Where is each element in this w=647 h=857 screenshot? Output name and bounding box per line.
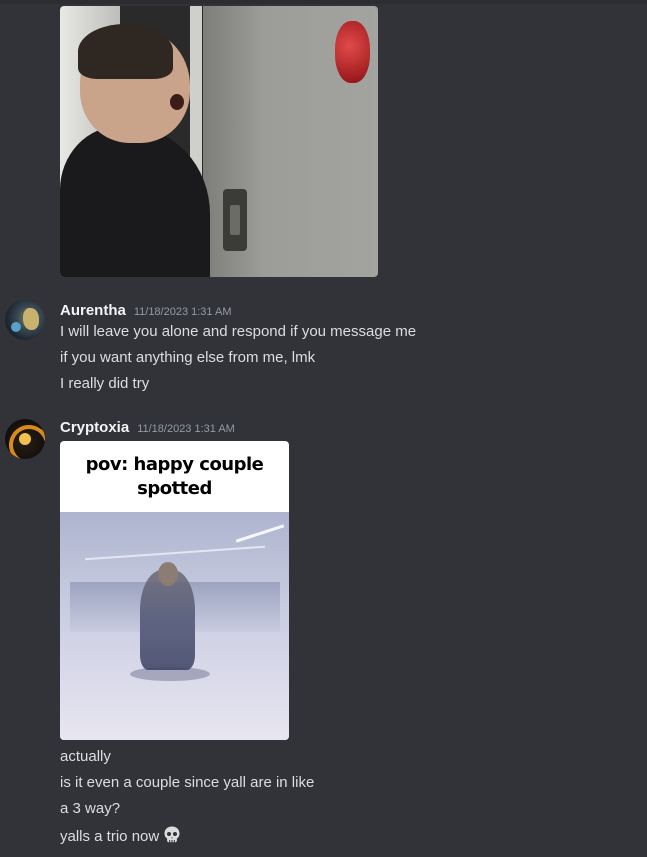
message-text: a 3 way?: [60, 800, 121, 817]
meme-scene: [60, 512, 289, 740]
timestamp[interactable]: 11/18/2023 1:31 AM: [134, 306, 232, 318]
message-line: yalls a trio now: [60, 825, 182, 847]
avatar[interactable]: [5, 419, 45, 459]
message-text: if you want anything else from me, lmk: [60, 349, 316, 366]
skull-emoji-icon[interactable]: [162, 825, 182, 845]
meme-image-attachment[interactable]: pov: happy couple spotted: [60, 441, 289, 740]
message-text: I will leave you alone and respond if yo…: [60, 323, 417, 340]
message-text: actually: [60, 748, 111, 765]
timestamp[interactable]: 11/18/2023 1:31 AM: [137, 423, 235, 435]
username[interactable]: Cryptoxia: [60, 419, 129, 436]
avatar[interactable]: [5, 300, 45, 340]
message-text: is it even a couple since yall are in li…: [60, 774, 315, 791]
message-header: Aurentha 11/18/2023 1:31 AM: [60, 302, 232, 319]
top-divider: [0, 0, 647, 4]
message-text: yalls a trio now: [60, 828, 160, 845]
message-text: I really did try: [60, 375, 150, 392]
image-attachment[interactable]: [60, 6, 378, 277]
username[interactable]: Aurentha: [60, 302, 126, 319]
message-header: Cryptoxia 11/18/2023 1:31 AM: [60, 419, 235, 436]
meme-caption: pov: happy couple spotted: [85, 453, 264, 499]
